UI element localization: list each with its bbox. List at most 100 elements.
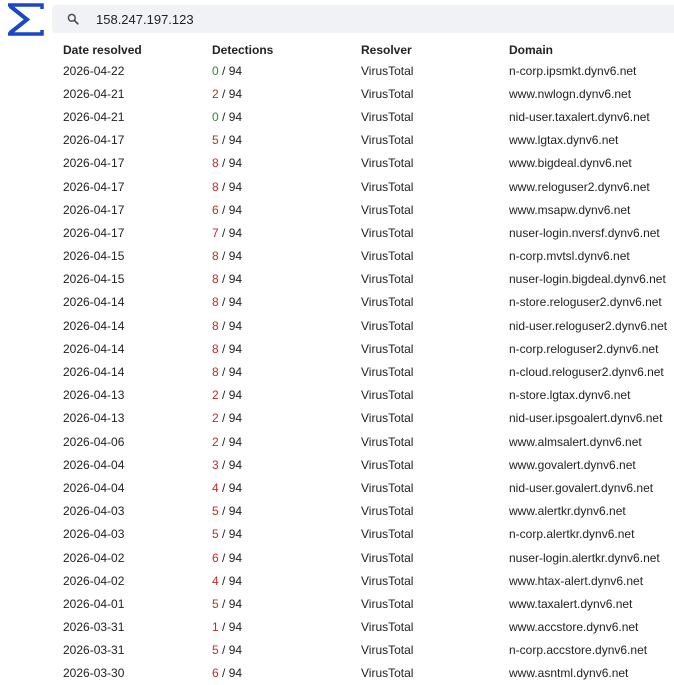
cell-detections: 6 / 94 [212, 198, 361, 221]
cell-resolver: VirusTotal [361, 133, 414, 148]
search-input[interactable] [96, 8, 656, 30]
cell-date: 2026-04-02 [63, 550, 125, 565]
top-bar [0, 0, 674, 40]
cell-detections: 5 / 94 [212, 129, 361, 152]
cell-domain[interactable]: nid-user.reloguser2.dynv6.net [509, 314, 674, 337]
cell-detections: 8 / 94 [212, 152, 361, 175]
cell-domain[interactable]: www.accstore.dynv6.net [509, 616, 674, 639]
cell-domain[interactable]: n-cloud.reloguser2.dynv6.net [509, 360, 674, 383]
cell-date: 2026-04-01 [63, 596, 125, 611]
cell-resolver: VirusTotal [361, 411, 414, 426]
table-row: 2026-04-17 8 / 94 VirusTotal www.bigdeal.dy… [0, 152, 674, 175]
cell-domain[interactable]: nid-user.govalert.dynv6.net [509, 476, 674, 499]
cell-date: 2026-03-30 [63, 666, 125, 681]
cell-domain[interactable]: n-store.reloguser2.dynv6.net [509, 291, 674, 314]
cell-domain[interactable]: nid-user.taxalert.dynv6.net [509, 105, 674, 128]
detections-count: 2 [212, 86, 219, 101]
cell-date: 2026-04-17 [63, 225, 125, 240]
cell-detections: 5 / 94 [212, 500, 361, 523]
cell-domain[interactable]: nuser-login.nversf.dynv6.net [509, 221, 674, 244]
cell-domain[interactable]: n-store.lgtax.dynv6.net [509, 384, 674, 407]
row-spacer [0, 384, 63, 407]
cell-detections: 6 / 94 [212, 546, 361, 569]
cell-date: 2026-04-14 [63, 295, 125, 310]
row-spacer [0, 198, 63, 221]
cell-domain[interactable]: www.nwlogn.dynv6.net [509, 82, 674, 105]
cell-domain[interactable]: www.govalert.dynv6.net [509, 453, 674, 476]
row-spacer [0, 476, 63, 499]
detections-count: 4 [212, 480, 219, 495]
table-row: 2026-04-17 8 / 94 VirusTotal www.reloguser2… [0, 175, 674, 198]
cell-resolver: VirusTotal [361, 109, 414, 124]
cell-domain[interactable]: nid-user.ipsgoalert.dynv6.net [509, 407, 674, 430]
detections-count: 8 [212, 318, 219, 333]
cell-domain[interactable]: www.asntml.dynv6.net [509, 662, 674, 685]
cell-resolver: VirusTotal [361, 365, 414, 380]
cell-date: 2026-04-17 [63, 156, 125, 171]
header-domain[interactable]: Domain [509, 40, 674, 59]
detections-total: / 94 [218, 550, 243, 565]
cell-domain[interactable]: www.taxalert.dynv6.net [509, 592, 674, 615]
cell-detections: 6 / 94 [212, 662, 361, 685]
cell-detections: 8 / 94 [212, 337, 361, 360]
table-row: 2026-04-14 8 / 94 VirusTotal n-corp.relogus… [0, 337, 674, 360]
cell-domain[interactable]: www.msapw.dynv6.net [509, 198, 674, 221]
cell-domain[interactable]: nuser-login.alertkr.dynv6.net [509, 546, 674, 569]
row-spacer [0, 314, 63, 337]
detections-count: 2 [212, 434, 219, 449]
detections-total: / 94 [218, 666, 243, 681]
cell-domain[interactable]: n-corp.mvtsl.dynv6.net [509, 245, 674, 268]
detections-total: / 94 [218, 504, 243, 519]
cell-resolver: VirusTotal [361, 202, 414, 217]
detections-count: 5 [212, 504, 219, 519]
table-row: 2026-04-14 8 / 94 VirusTotal nid-user.relog… [0, 314, 674, 337]
cell-domain[interactable]: www.lgtax.dynv6.net [509, 129, 674, 152]
header-resolver[interactable]: Resolver [361, 40, 509, 59]
detections-total: / 94 [218, 573, 243, 588]
cell-domain[interactable]: n-corp.reloguser2.dynv6.net [509, 337, 674, 360]
detections-count: 6 [212, 202, 219, 217]
row-spacer [0, 616, 63, 639]
cell-domain[interactable]: nuser-login.bigdeal.dynv6.net [509, 268, 674, 291]
cell-domain[interactable]: www.alertkr.dynv6.net [509, 500, 674, 523]
cell-domain[interactable]: n-corp.ipsmkt.dynv6.net [509, 59, 674, 82]
row-spacer [0, 523, 63, 546]
cell-date: 2026-04-21 [63, 86, 125, 101]
row-spacer [0, 360, 63, 383]
cell-domain[interactable]: n-corp.alertkr.dynv6.net [509, 523, 674, 546]
detections-total: / 94 [218, 341, 243, 356]
detections-total: / 94 [218, 109, 243, 124]
detections-count: 4 [212, 573, 219, 588]
cell-detections: 2 / 94 [212, 384, 361, 407]
detections-count: 7 [212, 225, 219, 240]
row-spacer [0, 129, 63, 152]
logo-icon[interactable] [6, 3, 44, 36]
cell-date: 2026-03-31 [63, 643, 125, 658]
header-date-resolved[interactable]: Date resolved [63, 40, 212, 59]
cell-resolver: VirusTotal [361, 643, 414, 658]
detections-total: / 94 [218, 295, 243, 310]
detections-total: / 94 [218, 272, 243, 287]
row-spacer [0, 662, 63, 685]
cell-domain[interactable]: www.reloguser2.dynv6.net [509, 175, 674, 198]
cell-domain[interactable]: www.htax-alert.dynv6.net [509, 569, 674, 592]
table-row: 2026-04-14 8 / 94 VirusTotal n-store.relogu… [0, 291, 674, 314]
cell-domain[interactable]: www.bigdeal.dynv6.net [509, 152, 674, 175]
cell-date: 2026-04-14 [63, 318, 125, 333]
cell-date: 2026-04-15 [63, 249, 125, 264]
detections-total: / 94 [218, 86, 243, 101]
detections-count: 6 [212, 666, 219, 681]
table-header-row: Date resolved Detections Resolver Domain [0, 40, 674, 59]
detections-count: 5 [212, 596, 219, 611]
detections-total: / 94 [218, 202, 243, 217]
cell-date: 2026-04-02 [63, 573, 125, 588]
table-row: 2026-04-04 4 / 94 VirusTotal nid-user.goval… [0, 476, 674, 499]
cell-detections: 0 / 94 [212, 59, 361, 82]
cell-domain[interactable]: www.almsalert.dynv6.net [509, 430, 674, 453]
detections-total: / 94 [218, 527, 243, 542]
header-detections[interactable]: Detections [212, 40, 361, 59]
cell-resolver: VirusTotal [361, 480, 414, 495]
cell-resolver: VirusTotal [361, 341, 414, 356]
cell-domain[interactable]: n-corp.accstore.dynv6.net [509, 639, 674, 662]
search-box[interactable] [52, 5, 674, 33]
